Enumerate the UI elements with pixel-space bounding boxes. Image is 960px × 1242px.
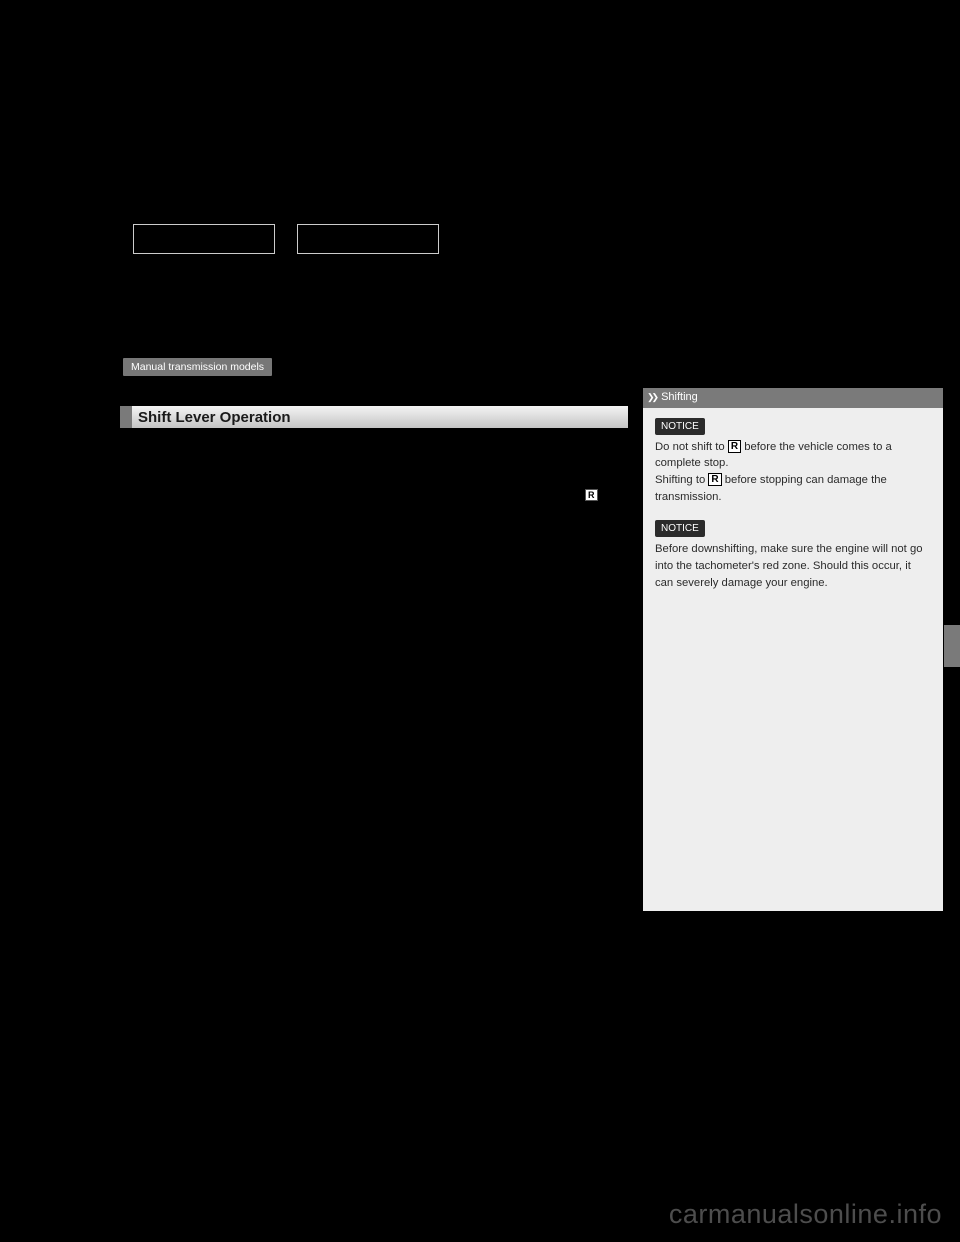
continued-indicator: ▶▶ Continued ▶ (750, 320, 880, 335)
chevron-right-icon: ❯❯ (647, 391, 656, 405)
notice-badge: NOTICE (655, 520, 705, 537)
notice-text-2: Shifting to R before stopping can damage… (655, 472, 931, 506)
fast-forward-icon: ▶▶ (750, 324, 765, 335)
watermark-text: carmanualsonline.info (669, 1199, 942, 1230)
outline-button-1[interactable] (133, 224, 275, 254)
outline-button-2[interactable] (297, 224, 439, 254)
info-sidebar: ❯❯ Shifting NOTICE Do not shift to R bef… (643, 388, 943, 911)
manual-page: ▶▶ Continued ▶ Manual transmission model… (60, 0, 900, 1100)
notice-text-1: Do not shift to R before the vehicle com… (655, 439, 931, 473)
reverse-gear-icon: R (585, 489, 598, 501)
notice-badge: NOTICE (655, 418, 705, 435)
reverse-gear-icon: R (708, 473, 721, 486)
button-row (133, 224, 439, 254)
play-icon: ▶ (872, 324, 880, 335)
section-heading: Shift Lever Operation (120, 406, 628, 428)
notice-text-3: Before downshifting, make sure the engin… (655, 541, 931, 592)
continued-label: Continued (769, 320, 828, 335)
sidebar-title: Shifting (661, 389, 698, 406)
notice-block-2: NOTICE Before downshifting, make sure th… (655, 520, 931, 592)
reverse-gear-icon: R (728, 440, 741, 453)
page-edge-tab (944, 625, 960, 667)
model-tag: Manual transmission models (123, 358, 272, 376)
sidebar-body: NOTICE Do not shift to R before the vehi… (643, 408, 943, 617)
notice-block-1: NOTICE Do not shift to R before the vehi… (655, 418, 931, 507)
sidebar-header: ❯❯ Shifting (643, 388, 943, 408)
